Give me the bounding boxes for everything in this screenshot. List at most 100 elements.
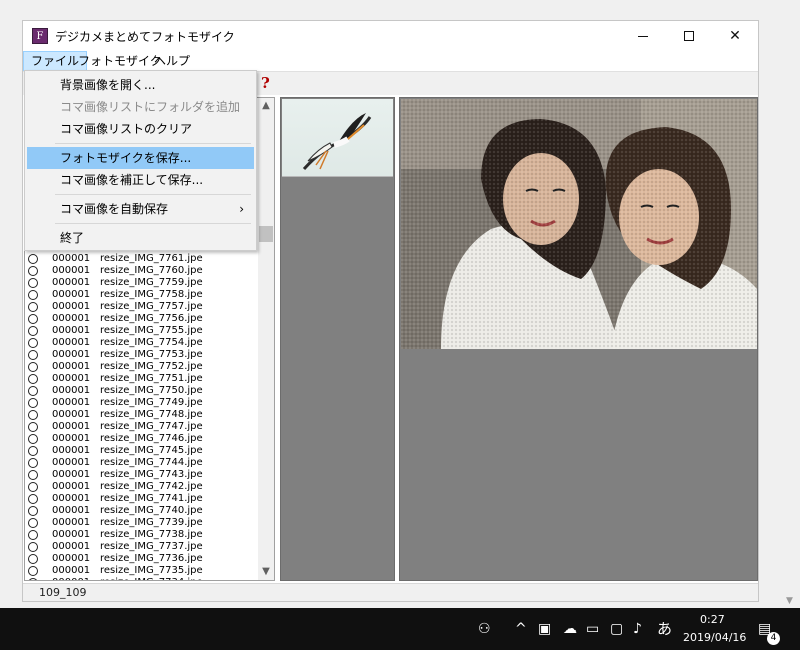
help-question-icon[interactable]: ? (261, 74, 270, 92)
file-name: resize_IMG_7742.jpe (100, 481, 203, 492)
network-icon[interactable]: ▢ (610, 608, 623, 650)
list-item[interactable]: 000001 resize_IMG_7741.jpe (25, 493, 259, 505)
list-item[interactable]: 000001 resize_IMG_7751.jpe (25, 373, 259, 385)
radio-circle-icon[interactable] (28, 542, 38, 552)
radio-circle-icon[interactable] (28, 290, 38, 300)
title-bar[interactable]: F デジカメまとめてフォトモザイク ✕ (23, 21, 758, 51)
menu-help[interactable]: ヘルプ (147, 51, 197, 71)
use-count: 000001 (52, 337, 91, 348)
list-item[interactable]: 000001 resize_IMG_7758.jpe (25, 289, 259, 301)
list-item[interactable]: 000001 resize_IMG_7735.jpe (25, 565, 259, 577)
menu-save-mosaic[interactable]: フォトモザイクを保存... (27, 147, 254, 169)
list-item[interactable]: 000001 resize_IMG_7737.jpe (25, 541, 259, 553)
list-item[interactable]: 000001 resize_IMG_7753.jpe (25, 349, 259, 361)
clock-date[interactable]: 2019/04/16 (683, 631, 746, 644)
menu-clear-list[interactable]: コマ画像リストのクリア (27, 118, 254, 140)
radio-circle-icon[interactable] (28, 566, 38, 576)
list-item[interactable]: 000001 resize_IMG_7744.jpe (25, 457, 259, 469)
list-item[interactable]: 000001 resize_IMG_7742.jpe (25, 481, 259, 493)
menu-add-folder[interactable]: コマ画像リストにフォルダを追加 (27, 96, 254, 118)
radio-circle-icon[interactable] (28, 326, 38, 336)
list-item[interactable]: 000001 resize_IMG_7740.jpe (25, 505, 259, 517)
stork-thumbnail[interactable] (282, 99, 393, 177)
radio-circle-icon[interactable] (28, 254, 38, 264)
scroll-up-icon[interactable]: ▲ (258, 98, 274, 114)
onedrive-icon[interactable]: ☁ (563, 608, 577, 650)
radio-circle-icon[interactable] (28, 494, 38, 504)
menu-save-corrected[interactable]: コマ画像を補正して保存... (27, 169, 254, 191)
scroll-thumb[interactable] (259, 226, 273, 242)
file-name: resize_IMG_7740.jpe (100, 505, 203, 516)
list-item[interactable]: 000001 resize_IMG_7745.jpe (25, 445, 259, 457)
radio-circle-icon[interactable] (28, 518, 38, 528)
radio-circle-icon[interactable] (28, 278, 38, 288)
app-icon: F (32, 28, 48, 44)
menu-auto-save-label: コマ画像を自動保存 (60, 202, 169, 216)
radio-circle-icon[interactable] (28, 338, 38, 348)
list-item[interactable]: 000001 resize_IMG_7748.jpe (25, 409, 259, 421)
volume-icon[interactable]: ♪ (633, 608, 642, 650)
people-icon[interactable]: ⚇ (478, 608, 491, 650)
menu-open-background[interactable]: 背景画像を開く... (27, 74, 254, 96)
photomosaic-image[interactable] (401, 99, 757, 349)
close-button[interactable]: ✕ (712, 21, 758, 51)
list-item[interactable]: 000001 resize_IMG_7759.jpe (25, 277, 259, 289)
use-count: 000001 (52, 445, 91, 456)
radio-circle-icon[interactable] (28, 554, 38, 564)
radio-circle-icon[interactable] (28, 530, 38, 540)
list-item[interactable]: 000001 resize_IMG_7756.jpe (25, 313, 259, 325)
radio-circle-icon[interactable] (28, 266, 38, 276)
app-tray-icon[interactable]: ▣ (538, 608, 551, 650)
radio-circle-icon[interactable] (28, 422, 38, 432)
list-item[interactable]: 000001 resize_IMG_7743.jpe (25, 469, 259, 481)
list-item[interactable]: 000001 resize_IMG_7755.jpe (25, 325, 259, 337)
menu-exit[interactable]: 終了 (27, 227, 254, 249)
radio-circle-icon[interactable] (28, 314, 38, 324)
minimize-button[interactable] (620, 21, 666, 51)
list-item[interactable]: 000001 resize_IMG_7754.jpe (25, 337, 259, 349)
list-item[interactable]: 000001 resize_IMG_7749.jpe (25, 397, 259, 409)
radio-circle-icon[interactable] (28, 578, 38, 580)
notification-count-badge: 4 (767, 632, 780, 645)
radio-circle-icon[interactable] (28, 302, 38, 312)
list-item[interactable]: 000001 resize_IMG_7739.jpe (25, 517, 259, 529)
radio-circle-icon[interactable] (28, 470, 38, 480)
list-item[interactable]: 000001 resize_IMG_7752.jpe (25, 361, 259, 373)
radio-circle-icon[interactable] (28, 446, 38, 456)
use-count: 000001 (52, 469, 91, 480)
radio-circle-icon[interactable] (28, 350, 38, 360)
radio-circle-icon[interactable] (28, 434, 38, 444)
list-item[interactable]: 000001 resize_IMG_7750.jpe (25, 385, 259, 397)
radio-circle-icon[interactable] (28, 386, 38, 396)
list-item[interactable]: 000001 resize_IMG_7747.jpe (25, 421, 259, 433)
list-item[interactable]: 000001 resize_IMG_7734.jpe (25, 577, 259, 580)
radio-circle-icon[interactable] (28, 398, 38, 408)
scroll-down-icon[interactable]: ▼ (258, 564, 274, 580)
maximize-button[interactable] (666, 21, 712, 51)
file-name: resize_IMG_7749.jpe (100, 397, 203, 408)
list-item[interactable]: 000001 resize_IMG_7757.jpe (25, 301, 259, 313)
list-item[interactable]: 000001 resize_IMG_7746.jpe (25, 433, 259, 445)
file-name: resize_IMG_7739.jpe (100, 517, 203, 528)
desktop-scroll-down-icon: ▼ (786, 596, 793, 606)
use-count: 000001 (52, 301, 91, 312)
menu-auto-save[interactable]: コマ画像を自動保存 › (27, 198, 254, 220)
file-name: resize_IMG_7744.jpe (100, 457, 203, 468)
list-item[interactable]: 000001 resize_IMG_7738.jpe (25, 529, 259, 541)
clock-time[interactable]: 0:27 (700, 613, 725, 626)
radio-circle-icon[interactable] (28, 506, 38, 516)
ime-indicator[interactable]: あ (657, 608, 672, 650)
radio-circle-icon[interactable] (28, 374, 38, 384)
list-item[interactable]: 000001 resize_IMG_7761.jpe (25, 253, 259, 265)
list-item[interactable]: 000001 resize_IMG_7760.jpe (25, 265, 259, 277)
list-scrollbar[interactable]: ▲ ▼ (258, 98, 274, 580)
show-hidden-icons-icon[interactable]: ^ (515, 608, 527, 650)
radio-circle-icon[interactable] (28, 482, 38, 492)
file-name: resize_IMG_7754.jpe (100, 337, 203, 348)
battery-icon[interactable]: ▭ (586, 608, 599, 650)
menu-separator (55, 223, 251, 224)
radio-circle-icon[interactable] (28, 458, 38, 468)
list-item[interactable]: 000001 resize_IMG_7736.jpe (25, 553, 259, 565)
radio-circle-icon[interactable] (28, 410, 38, 420)
radio-circle-icon[interactable] (28, 362, 38, 372)
